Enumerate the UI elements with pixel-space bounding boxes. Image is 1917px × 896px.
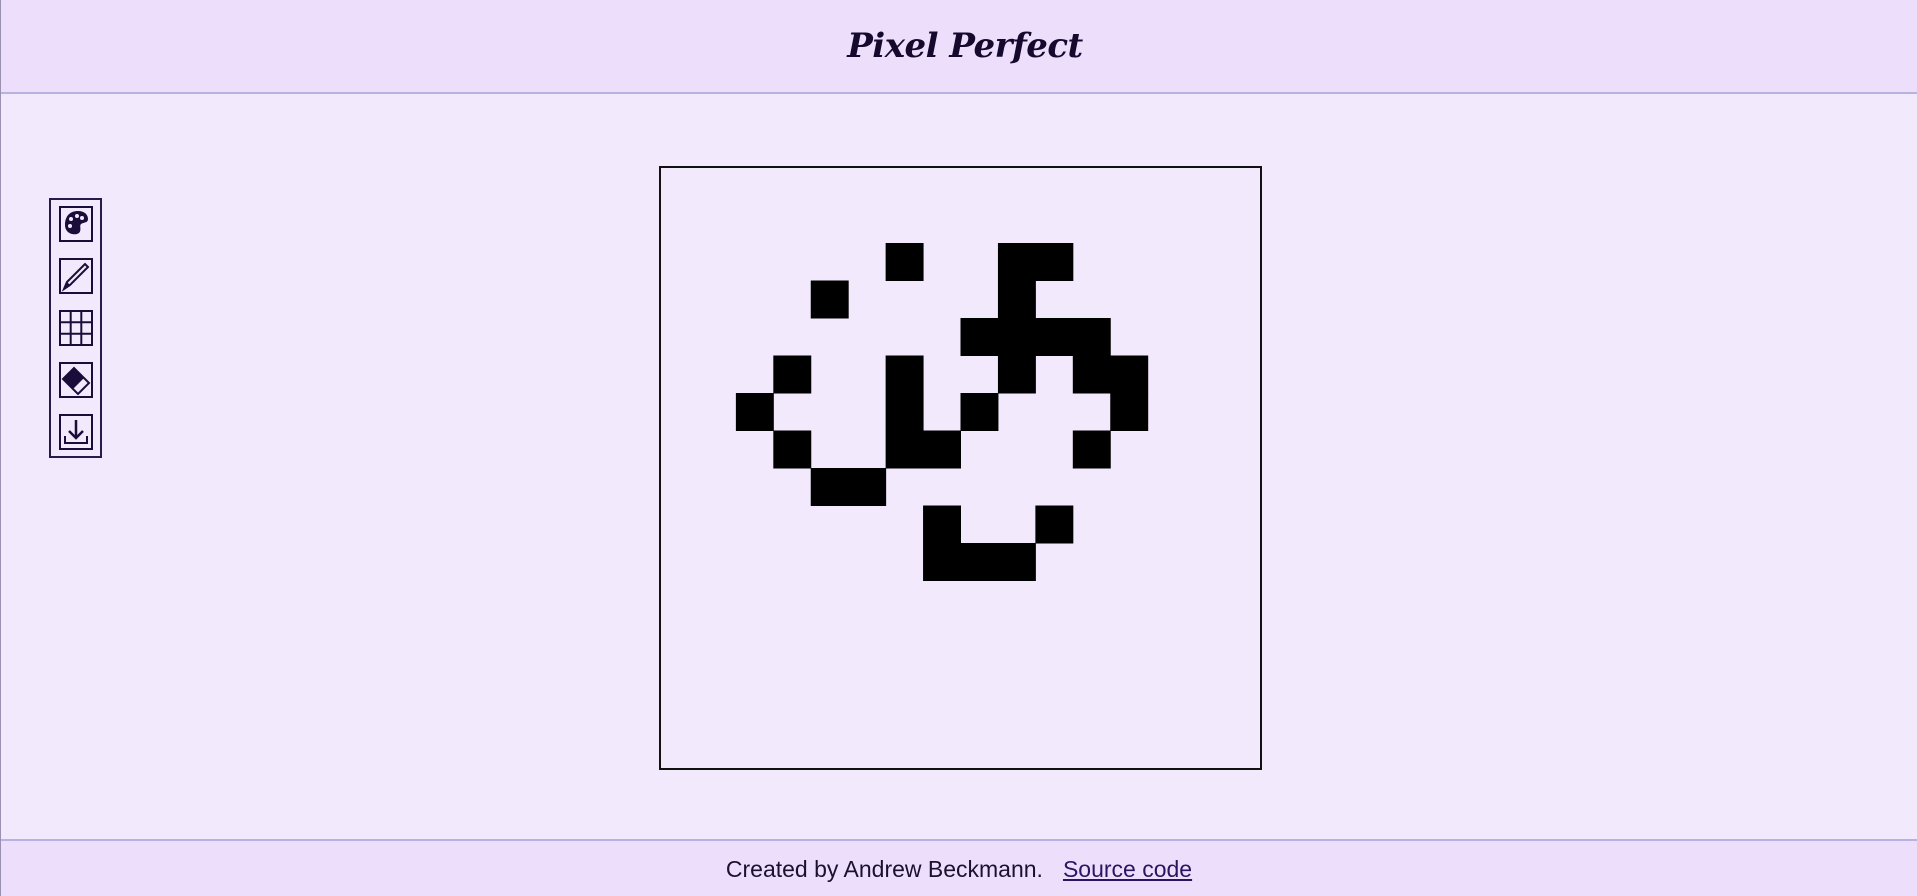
pixel-cell[interactable] bbox=[1110, 355, 1149, 394]
palette-icon bbox=[59, 206, 93, 242]
pixel-cell[interactable] bbox=[773, 430, 812, 469]
pixel-grid[interactable] bbox=[661, 168, 1260, 768]
pixel-cell[interactable] bbox=[923, 543, 961, 581]
pixel-cell[interactable] bbox=[885, 243, 924, 281]
pixel-cell[interactable] bbox=[960, 393, 999, 431]
pencil-icon bbox=[59, 258, 93, 294]
app-window: Pixel Perfect Created by Andrew Beckmann… bbox=[0, 0, 1917, 896]
pixel-cell[interactable] bbox=[810, 280, 849, 319]
eraser-icon bbox=[59, 362, 93, 398]
download-button[interactable] bbox=[59, 414, 93, 450]
pixel-cell[interactable] bbox=[810, 468, 849, 506]
pixel-cell[interactable] bbox=[997, 243, 1036, 281]
download-icon bbox=[59, 414, 93, 450]
pixel-cell[interactable] bbox=[885, 393, 924, 431]
pixel-cell[interactable] bbox=[1072, 318, 1111, 356]
header: Pixel Perfect bbox=[1, 0, 1917, 94]
drawing-canvas[interactable] bbox=[659, 166, 1262, 770]
toolbar bbox=[49, 198, 102, 458]
pixel-cell[interactable] bbox=[735, 393, 774, 431]
color-palette-button[interactable] bbox=[59, 206, 93, 242]
pixel-cell[interactable] bbox=[1035, 243, 1074, 281]
pixel-cell[interactable] bbox=[997, 355, 1036, 394]
pixel-cell[interactable] bbox=[997, 318, 1036, 356]
source-code-link[interactable]: Source code bbox=[1063, 856, 1192, 883]
grid-toggle-button[interactable] bbox=[59, 310, 93, 346]
pixel-cell[interactable] bbox=[773, 355, 812, 394]
pixel-cell[interactable] bbox=[1072, 355, 1111, 394]
pixel-cell[interactable] bbox=[848, 468, 887, 506]
pixel-cell[interactable] bbox=[1110, 393, 1149, 431]
pixel-cell[interactable] bbox=[1035, 318, 1074, 356]
footer: Created by Andrew Beckmann. Source code bbox=[1, 839, 1917, 896]
pixel-cell[interactable] bbox=[960, 318, 999, 356]
pixel-cell[interactable] bbox=[1072, 430, 1111, 469]
pixel-cell[interactable] bbox=[997, 543, 1036, 581]
pixel-cell[interactable] bbox=[885, 430, 924, 469]
pixel-cell[interactable] bbox=[1035, 505, 1074, 544]
pixel-cell[interactable] bbox=[960, 543, 999, 581]
eraser-button[interactable] bbox=[59, 362, 93, 398]
main-area bbox=[1, 94, 1917, 839]
page-title: Pixel Perfect bbox=[847, 26, 1083, 66]
pixel-cell[interactable] bbox=[997, 280, 1036, 319]
pixel-cell[interactable] bbox=[923, 430, 961, 469]
grid-icon bbox=[59, 310, 93, 346]
pixel-cell[interactable] bbox=[923, 505, 961, 544]
pixel-cell[interactable] bbox=[885, 355, 924, 394]
credit-text: Created by Andrew Beckmann. bbox=[725, 856, 1043, 882]
pencil-button[interactable] bbox=[59, 258, 93, 294]
